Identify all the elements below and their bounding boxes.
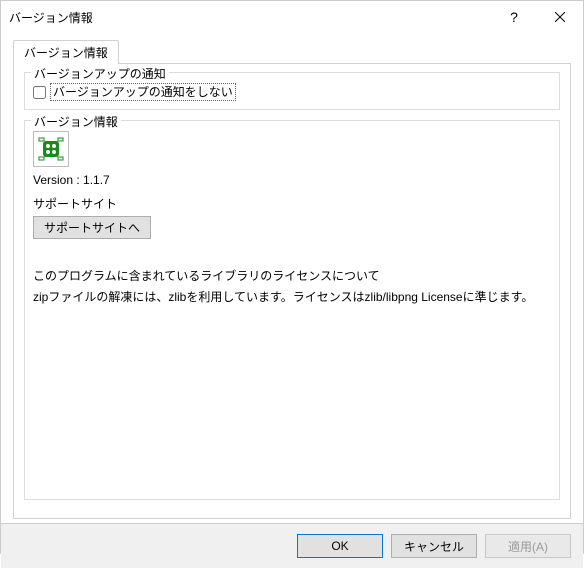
close-button[interactable] [537,1,583,33]
app-icon [33,131,69,167]
tab-version-info[interactable]: バージョン情報 [13,40,119,64]
ok-button[interactable]: OK [297,534,383,558]
tab-body: バージョンアップの通知 バージョンアップの通知をしない バージョン情報 [13,63,571,519]
group-update-notify: バージョンアップの通知 バージョンアップの通知をしない [24,72,560,110]
dialog-window: バージョン情報 ? バージョン情報 バージョンアップの通知 バージョンアップの通… [0,0,584,554]
license-block: このプログラムに含まれているライブラリのライセンスについて zipファイルの解凍… [33,267,551,305]
license-heading: このプログラムに含まれているライブラリのライセンスについて [33,267,551,284]
group-update-notify-legend: バージョンアップの通知 [31,65,169,82]
group-version-info: バージョン情報 Version : 1.1.7 [24,120,560,500]
help-button[interactable]: ? [491,1,537,33]
app-icon-graphic [37,135,65,163]
support-site-button[interactable]: サポートサイトへ [33,216,151,239]
window-title: バージョン情報 [9,9,491,26]
version-text: Version : 1.1.7 [33,173,551,187]
support-site-label: サポートサイト [33,195,551,212]
checkbox-row-notify: バージョンアップの通知をしない [33,83,551,101]
checkbox-suppress-notify-label[interactable]: バージョンアップの通知をしない [50,83,236,101]
apply-button: 適用(A) [485,534,571,558]
tabs-header: バージョン情報 [13,39,571,63]
client-area: バージョン情報 バージョンアップの通知 バージョンアップの通知をしない バージョ… [1,33,583,523]
checkbox-suppress-notify[interactable] [33,86,46,99]
group-version-info-legend: バージョン情報 [31,113,121,130]
cancel-button[interactable]: キャンセル [391,534,477,558]
title-bar: バージョン情報 ? [1,1,583,33]
license-body: zipファイルの解凍には、zlibを利用しています。ライセンスはzlib/lib… [33,288,551,305]
close-icon [555,12,565,22]
dialog-button-bar: OK キャンセル 適用(A) [1,523,583,568]
